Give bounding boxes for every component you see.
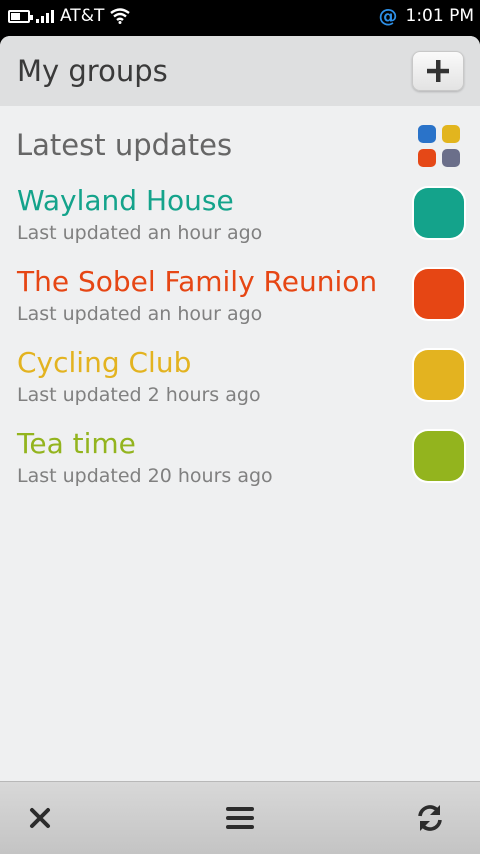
- group-color-swatch: [414, 269, 464, 319]
- group-color-swatch: [414, 350, 464, 400]
- group-name: Tea time: [17, 427, 136, 460]
- group-item-tea-time[interactable]: Tea time Last updated 20 hours ago: [0, 427, 480, 507]
- plus-icon: [427, 60, 449, 82]
- group-name: Cycling Club: [17, 346, 192, 379]
- groups-app: My groups Latest updates Wayland House L…: [0, 36, 480, 854]
- status-right: @ 1:01 PM: [379, 6, 475, 26]
- group-item-cycling-club[interactable]: Cycling Club Last updated 2 hours ago: [0, 346, 480, 426]
- add-group-button[interactable]: [412, 51, 464, 91]
- status-left: AT&T: [8, 6, 131, 26]
- menu-button[interactable]: [218, 798, 262, 838]
- group-name: Wayland House: [17, 184, 234, 217]
- menu-icon: [226, 807, 254, 829]
- group-updated: Last updated 2 hours ago: [17, 384, 261, 406]
- apps-grid-icon[interactable]: [418, 125, 460, 167]
- clock: 1:01 PM: [405, 6, 475, 26]
- group-item-sobel-family-reunion[interactable]: The Sobel Family Reunion Last updated an…: [0, 265, 480, 345]
- battery-icon: [8, 9, 33, 23]
- page-title: My groups: [17, 54, 168, 88]
- signal-icon: [36, 9, 54, 23]
- group-updated: Last updated an hour ago: [17, 222, 263, 244]
- group-item-wayland-house[interactable]: Wayland House Last updated an hour ago: [0, 184, 480, 264]
- header: My groups: [0, 36, 480, 106]
- group-updated: Last updated an hour ago: [17, 303, 263, 325]
- bottom-toolbar: [0, 781, 480, 854]
- group-updated: Last updated 20 hours ago: [17, 465, 273, 487]
- status-bar: AT&T @ 1:01 PM: [0, 0, 480, 34]
- refresh-button[interactable]: [408, 798, 452, 838]
- carrier-label: AT&T: [60, 6, 105, 26]
- at-notification-icon[interactable]: @: [379, 6, 398, 26]
- close-button[interactable]: [18, 798, 62, 838]
- group-color-swatch: [414, 431, 464, 481]
- section-title: Latest updates: [16, 128, 233, 162]
- wifi-icon: [110, 8, 131, 24]
- refresh-icon: [418, 805, 442, 831]
- group-color-swatch: [414, 188, 464, 238]
- close-icon: [30, 808, 50, 828]
- group-name: The Sobel Family Reunion: [17, 265, 378, 298]
